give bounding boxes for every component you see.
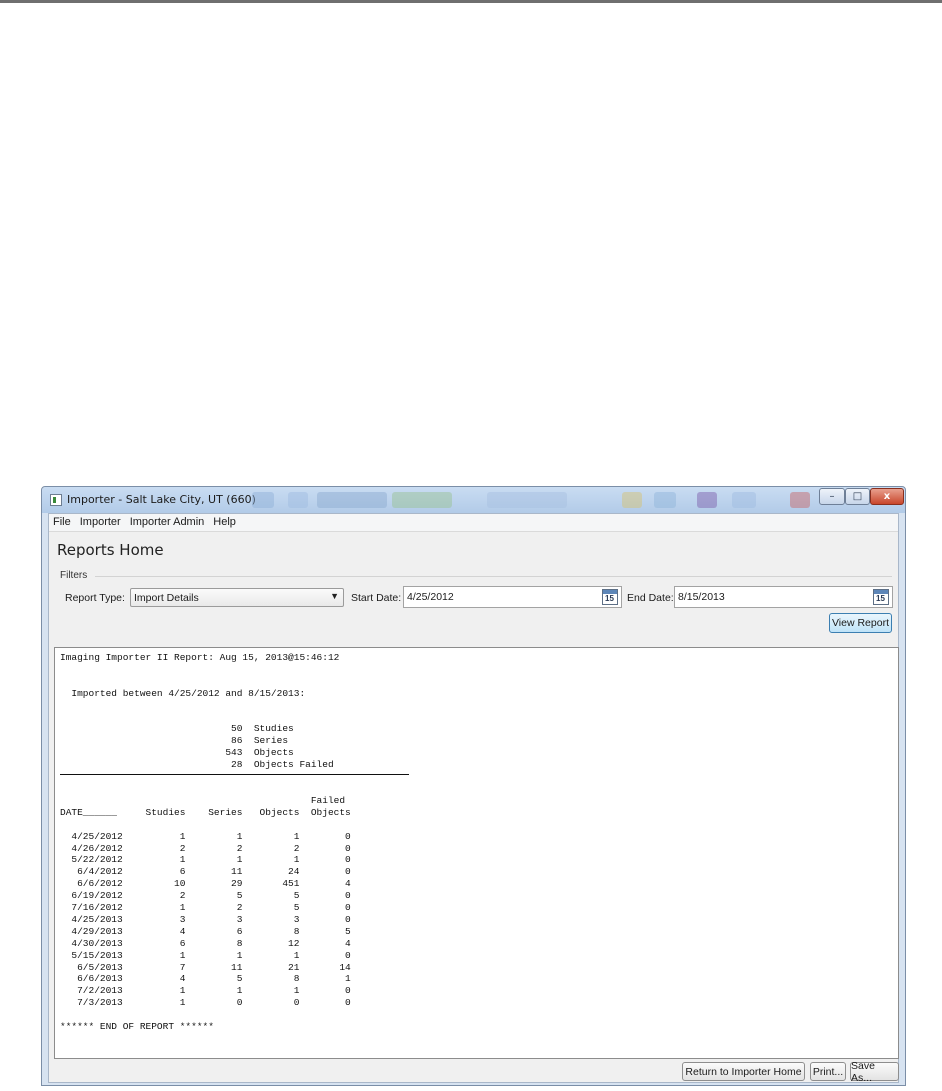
background-ghost (622, 492, 642, 508)
filters-divider (95, 576, 892, 577)
calendar-day-text: 15 (876, 594, 885, 603)
background-ghost (654, 492, 676, 508)
title-bar[interactable]: Importer - Salt Lake City, UT (660) – □ … (42, 487, 905, 513)
report-summary-line: 50 Studies (60, 723, 294, 735)
background-ghost (392, 492, 452, 508)
report-data-row: 5/22/2012 1 1 1 0 (60, 854, 351, 866)
window-client-area: File Importer Importer Admin Help Report… (48, 513, 899, 1084)
minimize-button[interactable]: – (819, 488, 845, 505)
report-data-row: 4/25/2012 1 1 1 0 (60, 830, 351, 842)
maximize-button[interactable]: □ (845, 488, 870, 505)
menu-importer[interactable]: Importer (76, 514, 126, 531)
report-data-row: 6/6/2012 10 29 451 4 (60, 878, 351, 890)
maximize-icon: □ (852, 491, 863, 502)
report-data-row: 4/30/2013 6 8 12 4 (60, 937, 351, 949)
report-divider (60, 773, 409, 780)
report-data-row: 6/19/2012 2 5 5 0 (60, 890, 351, 902)
report-data-row: 5/15/2013 1 1 1 0 (60, 949, 351, 961)
close-button[interactable]: x (870, 488, 904, 505)
top-border-line (0, 0, 942, 3)
report-header: Imaging Importer II Report: Aug 15, 2013… (60, 652, 340, 663)
report-summary-line: 543 Objects (60, 747, 294, 759)
start-date-field[interactable]: 4/25/2012 15 (403, 586, 622, 608)
report-type-select[interactable]: Import Details ▼ (130, 588, 344, 607)
start-date-label: Start Date: (351, 592, 402, 604)
chevron-down-icon: ▼ (330, 591, 339, 601)
calendar-day-text: 15 (605, 594, 614, 603)
report-type-value: Import Details (134, 592, 199, 604)
end-date-field[interactable]: 8/15/2013 15 (674, 586, 893, 608)
report-data-row: 4/25/2013 3 3 3 0 (60, 913, 351, 925)
menu-importer-admin[interactable]: Importer Admin (126, 514, 210, 531)
report-output[interactable]: Imaging Importer II Report: Aug 15, 2013… (54, 647, 899, 1059)
background-ghost (790, 492, 810, 508)
importer-window: Importer - Salt Lake City, UT (660) – □ … (41, 486, 906, 1086)
report-data-row: 6/5/2013 7 11 21 14 (60, 961, 351, 973)
report-data-row: 7/3/2013 1 0 0 0 (60, 997, 351, 1009)
start-date-value: 4/25/2012 (407, 591, 454, 603)
close-icon: x (883, 491, 891, 502)
background-ghost (317, 492, 387, 508)
report-footer: ****** END OF REPORT ****** (60, 1021, 214, 1033)
view-report-button[interactable]: View Report (829, 613, 892, 633)
menu-file[interactable]: File (49, 514, 76, 531)
app-icon (50, 494, 62, 506)
background-ghost (697, 492, 717, 508)
save-as-button[interactable]: Save As... (850, 1060, 899, 1084)
background-ghost (487, 492, 567, 508)
background-ghost (288, 492, 308, 508)
menu-bar: File Importer Importer Admin Help (49, 514, 898, 532)
end-date-value: 8/15/2013 (678, 591, 725, 603)
report-text: Imaging Importer II Report: Aug 15, 2013… (60, 652, 409, 1033)
report-data-row: 4/29/2013 4 6 8 5 (60, 925, 351, 937)
report-data-row: 7/2/2013 1 1 1 0 (60, 985, 351, 997)
report-summary-line: 28 Objects Failed (60, 759, 334, 771)
report-summary-line: 86 Series (60, 735, 289, 747)
background-ghost (252, 492, 274, 508)
return-to-importer-home-button[interactable]: Return to Importer Home (682, 1062, 805, 1081)
menu-help[interactable]: Help (209, 514, 241, 531)
report-column-header: Failed (60, 794, 346, 806)
report-column-header: DATE______ Studies Series Objects Object… (60, 806, 351, 818)
report-type-label: Report Type: (65, 592, 125, 604)
print-button[interactable]: Print... (810, 1062, 846, 1081)
background-ghost (732, 492, 756, 508)
filters-legend: Filters (60, 570, 88, 581)
minimize-icon: – (829, 491, 835, 502)
calendar-icon[interactable]: 15 (873, 589, 889, 605)
calendar-icon[interactable]: 15 (602, 589, 618, 605)
report-range-line: Imported between 4/25/2012 and 8/15/2013… (60, 687, 306, 699)
report-data-row: 6/6/2013 4 5 8 1 (60, 973, 351, 985)
page-title: Reports Home (57, 541, 164, 559)
report-data-row: 7/16/2012 1 2 5 0 (60, 902, 351, 914)
report-data-row: 4/26/2012 2 2 2 0 (60, 842, 351, 854)
window-title: Importer - Salt Lake City, UT (660) (67, 493, 256, 506)
report-data-row: 6/4/2012 6 11 24 0 (60, 866, 351, 878)
end-date-label: End Date: (627, 592, 674, 604)
